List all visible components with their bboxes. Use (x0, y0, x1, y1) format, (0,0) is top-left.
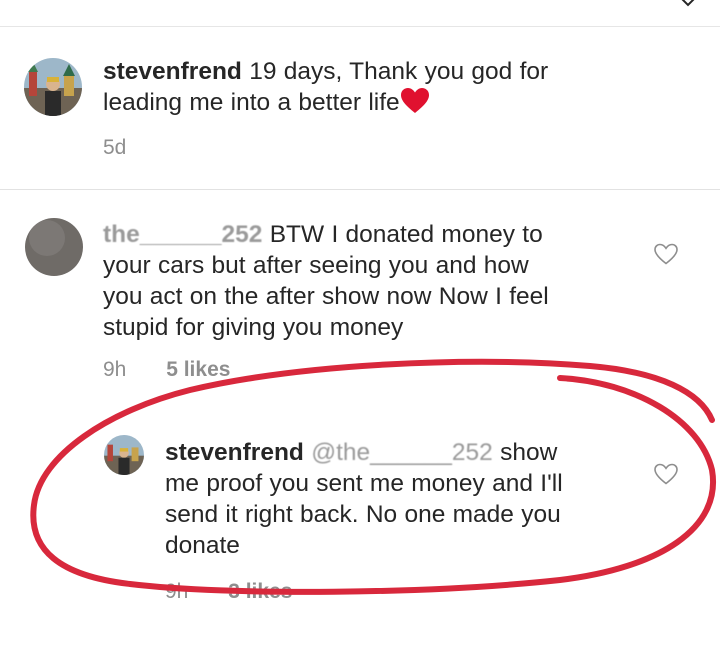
comment-body: 19 days, Thank you god for (249, 58, 549, 85)
comment-meta: 9h 5 likes (103, 358, 264, 382)
likes-count[interactable]: 3 likes (228, 580, 292, 603)
comment-text: the______252 BTW I donated money to your… (103, 219, 549, 343)
comment-body: you act on the after show now Now I feel (103, 283, 549, 310)
comment-body: me proof you sent me money and I'll (165, 470, 563, 497)
comment-body: send it right back. No one made you (165, 501, 561, 528)
comment-text: stevenfrend @the______252 show me proof … (165, 437, 563, 561)
timestamp: 9h (165, 580, 189, 603)
timestamp: 5d (103, 136, 127, 159)
comment-meta: 5d (103, 136, 160, 160)
avatar[interactable] (104, 435, 144, 475)
comment-body: show (500, 439, 558, 466)
comment-body: leading me into a better life (103, 89, 400, 116)
mention-link[interactable]: @the______252 (311, 439, 493, 466)
username[interactable]: stevenfrend (165, 439, 304, 466)
chevron-down-icon[interactable] (678, 0, 698, 10)
timestamp: 9h (103, 358, 127, 381)
heart-outline-icon[interactable] (653, 242, 679, 266)
avatar[interactable] (24, 58, 82, 116)
comment-body: your cars but after seeing you and how (103, 252, 529, 279)
avatar[interactable] (25, 218, 83, 276)
likes-count[interactable]: 5 likes (166, 358, 230, 381)
comment-meta: 9h 3 likes (165, 580, 326, 604)
heart-outline-icon[interactable] (653, 462, 679, 486)
comment-body: BTW I donated money to (269, 221, 543, 248)
divider (0, 189, 720, 190)
comment-body: donate (165, 532, 240, 559)
username[interactable]: stevenfrend (103, 58, 242, 85)
red-heart-emoji (400, 88, 429, 113)
top-bar (0, 0, 720, 27)
username[interactable]: the______252 (103, 221, 262, 248)
comment-text: stevenfrend 19 days, Thank you god for l… (103, 56, 548, 118)
comment-body: stupid for giving you money (103, 314, 404, 341)
